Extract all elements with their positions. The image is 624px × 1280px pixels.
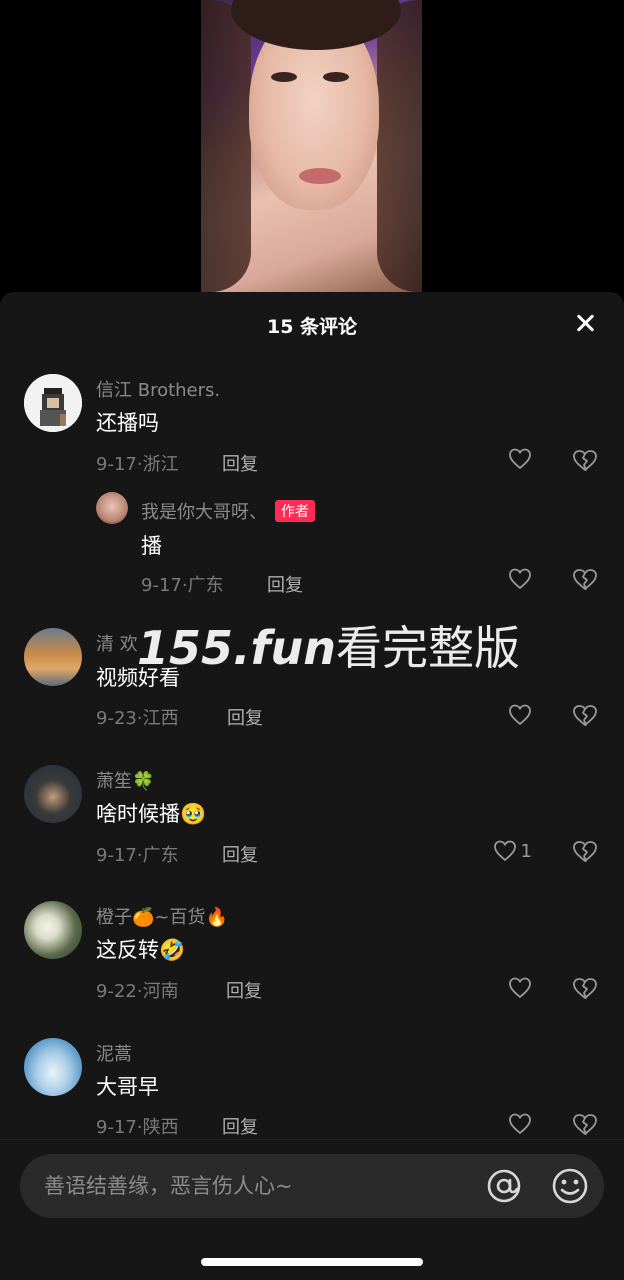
author-badge: 作者 bbox=[275, 500, 315, 522]
comment-meta: 9-17·广东 bbox=[141, 571, 224, 597]
comment-location: 广东 bbox=[142, 845, 179, 866]
comment-date: 9-22 bbox=[96, 981, 137, 1002]
comment-text: 这反转🤣 bbox=[96, 938, 186, 962]
video-eye-left bbox=[271, 72, 297, 82]
heart-icon bbox=[509, 568, 531, 590]
comment-username[interactable]: 清 欢 bbox=[96, 630, 138, 656]
avatar[interactable] bbox=[24, 765, 82, 823]
comment-meta: 9-17·浙江 bbox=[96, 450, 179, 476]
broken-heart-icon[interactable] bbox=[572, 840, 598, 864]
emoji-icon[interactable] bbox=[550, 1166, 590, 1206]
comment-location: 广东 bbox=[187, 575, 224, 596]
like-button[interactable] bbox=[508, 1113, 532, 1135]
reply-button[interactable]: 回复 bbox=[222, 450, 258, 476]
comment-text: 播 bbox=[141, 534, 162, 558]
divider bbox=[0, 1139, 624, 1140]
avatar[interactable] bbox=[24, 901, 82, 959]
author-name: 我是你大哥呀、 bbox=[141, 502, 267, 523]
heart-icon bbox=[493, 840, 516, 862]
watermark-domain: 155.fun bbox=[137, 621, 337, 675]
broken-heart-icon[interactable] bbox=[572, 977, 598, 1001]
avatar[interactable] bbox=[96, 492, 128, 524]
video-hair-left bbox=[201, 0, 251, 292]
comment-location: 江西 bbox=[142, 708, 179, 729]
broken-heart-icon[interactable] bbox=[572, 449, 598, 473]
heart-icon bbox=[509, 704, 531, 726]
video-hair-top bbox=[231, 0, 401, 50]
comment-text: 啥时候播🥹 bbox=[96, 802, 207, 826]
video-lips bbox=[299, 168, 341, 184]
broken-heart-icon[interactable] bbox=[572, 568, 598, 592]
comment-date: 9-17 bbox=[141, 575, 182, 596]
like-button[interactable] bbox=[508, 448, 532, 470]
comment-text: 大哥早 bbox=[96, 1075, 159, 1099]
reply-button[interactable]: 回复 bbox=[227, 704, 263, 730]
reply-button[interactable]: 回复 bbox=[226, 977, 262, 1003]
comment-username[interactable]: 泥蒿 bbox=[96, 1040, 132, 1066]
comment-date: 9-17 bbox=[96, 845, 137, 866]
avatar[interactable] bbox=[24, 628, 82, 686]
avatar[interactable] bbox=[24, 1038, 82, 1096]
like-button[interactable] bbox=[508, 704, 532, 726]
comment-date: 9-23 bbox=[96, 708, 137, 729]
broken-heart-icon[interactable] bbox=[572, 1113, 598, 1137]
like-button[interactable]: 1 bbox=[493, 840, 532, 862]
reply-button[interactable]: 回复 bbox=[267, 571, 303, 597]
comment-location: 河南 bbox=[142, 981, 179, 1002]
comment-username[interactable]: 橙子🍊~百货🔥 bbox=[96, 903, 228, 929]
comment-meta: 9-17·陕西 bbox=[96, 1113, 179, 1139]
avatar[interactable] bbox=[24, 374, 82, 432]
at-icon[interactable] bbox=[484, 1166, 524, 1206]
watermark: 155.fun看完整版 bbox=[137, 612, 520, 678]
like-button[interactable] bbox=[508, 568, 532, 590]
sheet-title: 15 条评论 bbox=[266, 316, 358, 338]
comment-meta: 9-17·广东 bbox=[96, 841, 179, 867]
close-icon[interactable] bbox=[572, 310, 598, 336]
reply-button[interactable]: 回复 bbox=[222, 1113, 258, 1139]
comment-username[interactable]: 我是你大哥呀、 作者 bbox=[141, 498, 315, 524]
video-preview[interactable] bbox=[201, 0, 422, 292]
comment-date: 9-17 bbox=[96, 1117, 137, 1138]
heart-icon bbox=[509, 1113, 531, 1135]
heart-icon bbox=[509, 448, 531, 470]
like-count: 1 bbox=[520, 840, 532, 862]
comment-location: 浙江 bbox=[142, 454, 179, 475]
pixel-avatar-icon bbox=[24, 374, 82, 432]
comment-username[interactable]: 萧笙🍀 bbox=[96, 767, 154, 793]
home-indicator[interactable] bbox=[201, 1258, 423, 1266]
comment-text: 还播吗 bbox=[96, 411, 159, 435]
comment-meta: 9-23·江西 bbox=[96, 704, 179, 730]
comment-date: 9-17 bbox=[96, 454, 137, 475]
comment-meta: 9-22·河南 bbox=[96, 977, 179, 1003]
comment-username[interactable]: 信江 Brothers. bbox=[96, 376, 220, 402]
video-eye-right bbox=[323, 72, 349, 82]
comment-input-bar bbox=[20, 1154, 604, 1218]
broken-heart-icon[interactable] bbox=[572, 704, 598, 728]
heart-icon bbox=[509, 977, 531, 999]
reply-button[interactable]: 回复 bbox=[222, 841, 258, 867]
like-button[interactable] bbox=[508, 977, 532, 999]
video-hair-right bbox=[377, 0, 422, 292]
comment-input[interactable] bbox=[44, 1154, 474, 1218]
watermark-text: 看完整版 bbox=[336, 621, 521, 675]
comment-location: 陕西 bbox=[142, 1117, 179, 1138]
